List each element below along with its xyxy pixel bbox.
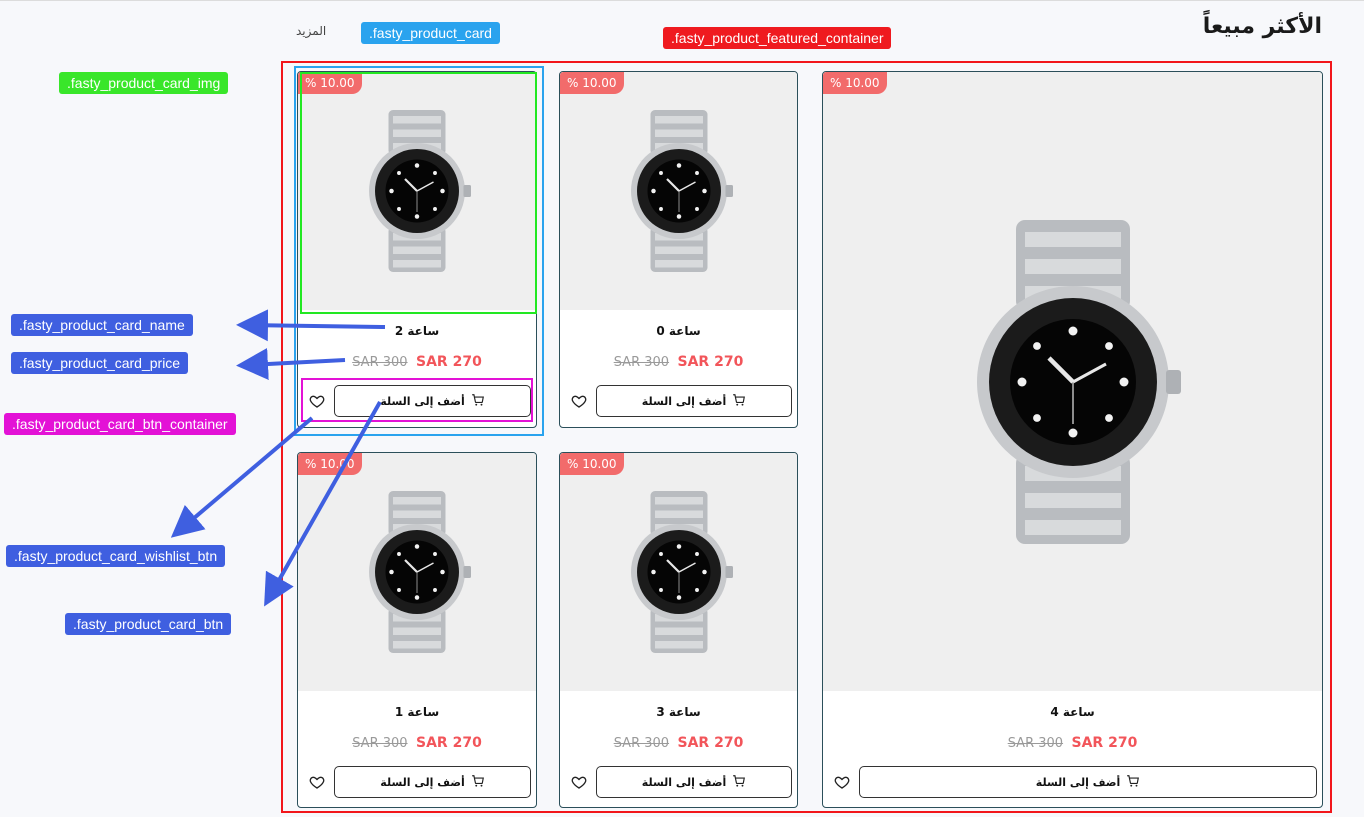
- annotation-btn-container: .fasty_product_card_btn_container: [4, 413, 236, 435]
- annotation-card-img: .fasty_product_card_img: [59, 72, 229, 94]
- btn-container-outline: [301, 378, 533, 422]
- annotation-card-name: .fasty_product_card_name: [11, 314, 193, 336]
- annotation-card-btn: .fasty_product_card_btn: [65, 613, 232, 635]
- annotation-card: .fasty_product_card: [361, 22, 500, 44]
- annotation-card-price: .fasty_product_card_price: [11, 352, 189, 374]
- card-img-outline: [300, 72, 537, 314]
- top-divider: [0, 0, 1364, 1]
- section-title: الأكثر مبيعاً: [1202, 14, 1322, 39]
- more-link[interactable]: المزيد: [296, 24, 326, 38]
- annotation-featured-container: .fasty_product_featured_container: [663, 27, 892, 49]
- annotation-wishlist-btn: .fasty_product_card_wishlist_btn: [6, 545, 226, 567]
